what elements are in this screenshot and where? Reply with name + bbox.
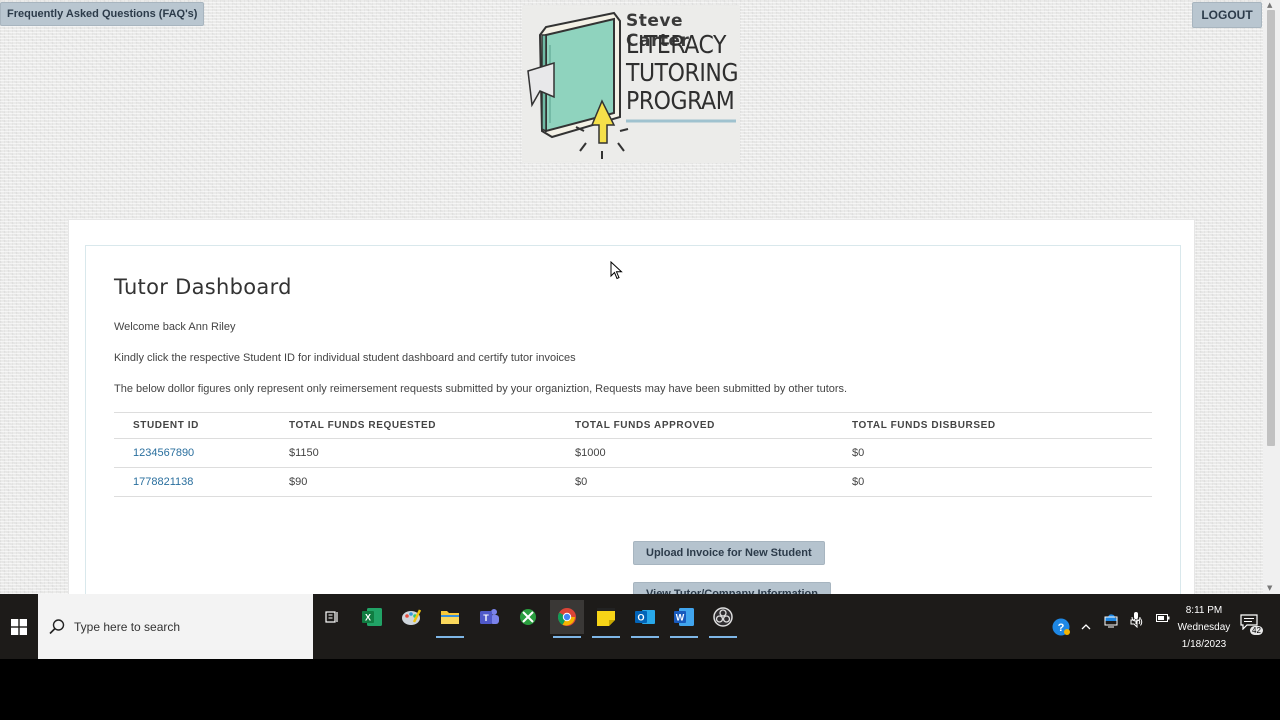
- teams-icon[interactable]: T: [472, 600, 506, 634]
- requested-cell: $1150: [289, 438, 575, 468]
- clock-day: Wednesday: [1177, 622, 1231, 633]
- upload-invoice-button[interactable]: Upload Invoice for New Student: [633, 541, 825, 565]
- running-indicator: [631, 636, 659, 638]
- svg-text:T: T: [483, 613, 489, 623]
- logo-word-program: PROGRAM: [626, 86, 735, 115]
- paint-icon[interactable]: [394, 600, 428, 634]
- outlook-icon[interactable]: O: [628, 600, 662, 638]
- system-clock[interactable]: 8:11 PM Wednesday 1/18/2023: [1172, 602, 1236, 653]
- browser-viewport: Frequently Asked Questions (FAQ's) LOGOU…: [0, 0, 1280, 594]
- scroll-down-icon[interactable]: ▼: [1267, 584, 1272, 592]
- dashboard-panel: Tutor Dashboard Welcome back Ann Riley K…: [85, 245, 1181, 594]
- chrome-icon[interactable]: [550, 600, 584, 638]
- page-title: Tutor Dashboard: [114, 275, 292, 299]
- svg-text:?: ?: [1058, 622, 1065, 634]
- dashboard-card: Tutor Dashboard Welcome back Ann Riley K…: [68, 219, 1195, 594]
- disbursed-cell: $0: [852, 467, 1152, 497]
- welcome-text: Welcome back Ann Riley: [114, 321, 236, 333]
- student-id-link[interactable]: 1234567890: [133, 447, 194, 459]
- logo-word-literacy: LITERACY: [626, 30, 727, 59]
- start-button[interactable]: [0, 594, 38, 659]
- task-view-icon[interactable]: [315, 600, 349, 634]
- search-icon: [49, 618, 65, 634]
- instruction-text: Kindly click the respective Student ID f…: [114, 352, 576, 364]
- running-indicator: [436, 636, 464, 638]
- taskbar-search[interactable]: Type here to search: [38, 594, 313, 659]
- column-header: TOTAL FUNDS APPROVED: [575, 412, 852, 439]
- running-indicator: [592, 636, 620, 638]
- running-indicator: [709, 636, 737, 638]
- disbursed-cell: $0: [852, 438, 1152, 468]
- obs-icon[interactable]: [706, 600, 740, 638]
- table-header-row: STUDENT ID TOTAL FUNDS REQUESTED TOTAL F…: [114, 412, 1152, 439]
- notification-count-badge: 42: [1250, 626, 1263, 635]
- note-text: The below dollor figures only represent …: [114, 383, 848, 395]
- clock-date: 1/18/2023: [1181, 639, 1227, 650]
- battery-icon[interactable]: [1155, 585, 1171, 650]
- search-placeholder: Type here to search: [74, 619, 181, 634]
- windows-logo-icon: [11, 618, 27, 635]
- screen: Frequently Asked Questions (FAQ's) LOGOU…: [0, 0, 1280, 720]
- svg-text:W: W: [676, 613, 685, 623]
- column-header: TOTAL FUNDS REQUESTED: [289, 412, 575, 439]
- requested-cell: $90: [289, 467, 575, 497]
- mouse-pointer-icon: [610, 261, 623, 280]
- word-icon[interactable]: W: [667, 600, 701, 638]
- xbox-icon[interactable]: [511, 600, 545, 634]
- sticky-notes-icon[interactable]: [589, 600, 623, 638]
- column-header: TOTAL FUNDS DISBURSED: [852, 412, 1152, 439]
- logout-button[interactable]: LOGOUT: [1192, 2, 1262, 28]
- faq-button[interactable]: Frequently Asked Questions (FAQ's): [0, 2, 205, 26]
- svg-text:X: X: [365, 613, 371, 623]
- windows-taskbar: Type here to search X T O W ? 8:11 PM We…: [0, 594, 1280, 659]
- file-explorer-icon[interactable]: [433, 600, 467, 638]
- excel-icon[interactable]: X: [355, 600, 389, 634]
- scrollbar-thumb[interactable]: [1267, 10, 1275, 446]
- approved-cell: $1000: [575, 438, 852, 468]
- notification-center-icon[interactable]: 42: [1240, 614, 1264, 638]
- table-row: 1234567890 $1150 $1000 $0: [114, 438, 1152, 468]
- logo-word-tutoring: TUTORING: [626, 58, 739, 87]
- approved-cell: $0: [575, 467, 852, 497]
- running-indicator: [553, 636, 581, 638]
- help-icon[interactable]: ?: [1050, 594, 1072, 659]
- student-funds-table: STUDENT ID TOTAL FUNDS REQUESTED TOTAL F…: [114, 412, 1152, 497]
- volume-icon[interactable]: [1129, 610, 1145, 634]
- scroll-up-icon[interactable]: ▲: [1267, 1, 1272, 9]
- svg-text:O: O: [637, 613, 644, 623]
- student-id-cell: 1234567890: [114, 438, 289, 468]
- running-indicator: [670, 636, 698, 638]
- program-logo: Steve Carter LITERACY TUTORING PROGRAM: [522, 5, 740, 163]
- view-tutor-info-button[interactable]: View Tutor/Company Information: [633, 582, 831, 594]
- vertical-scrollbar[interactable]: ▲ ▼: [1263, 0, 1280, 594]
- chevron-up-icon[interactable]: [1078, 594, 1094, 659]
- clock-time: 8:11 PM: [1185, 605, 1223, 616]
- student-id-cell: 1778821138: [114, 467, 289, 497]
- column-header: STUDENT ID: [114, 412, 289, 439]
- network-icon[interactable]: [1103, 610, 1119, 634]
- table-row: 1778821138 $90 $0 $0: [114, 467, 1152, 497]
- logo-line-program: LITERACY TUTORING PROGRAM: [626, 30, 739, 115]
- student-id-link[interactable]: 1778821138: [133, 476, 193, 488]
